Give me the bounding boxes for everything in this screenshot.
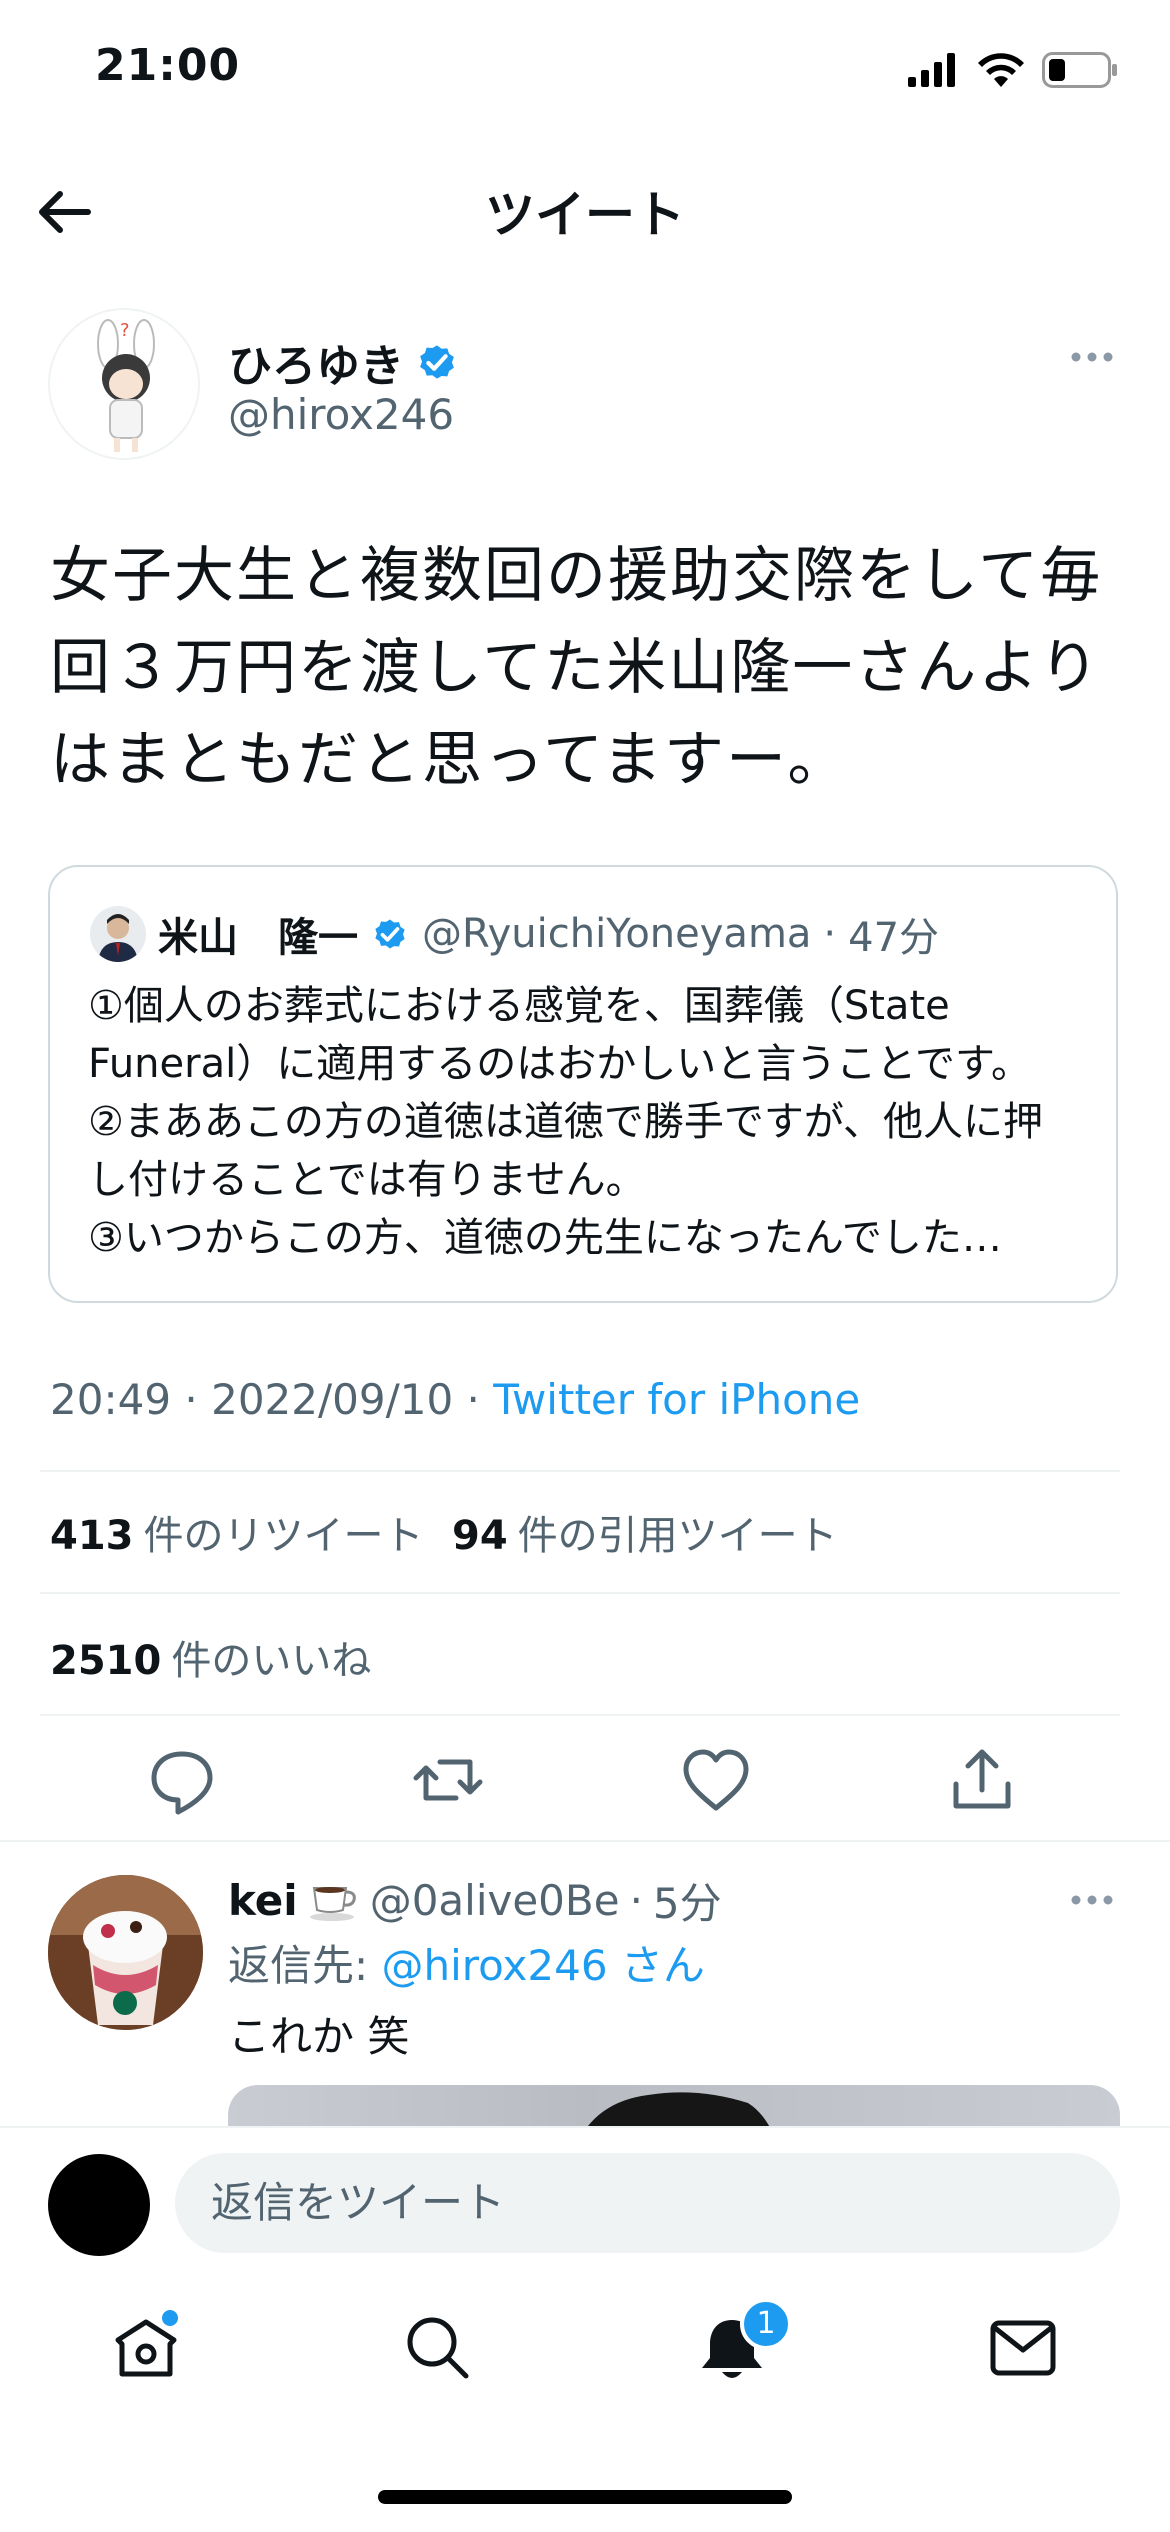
home-indicator[interactable] bbox=[378, 2490, 792, 2504]
notification-count: 1 bbox=[756, 2306, 776, 2341]
likes-label: 件のいいね bbox=[171, 1638, 372, 1684]
notification-badge: 1 bbox=[740, 2298, 792, 2350]
reply-display-name[interactable]: kei bbox=[228, 1876, 298, 1925]
divider bbox=[40, 1470, 1120, 1472]
messages-envelope-icon[interactable] bbox=[988, 2318, 1058, 2378]
like-heart-icon[interactable] bbox=[676, 1740, 756, 1820]
reply-icon[interactable] bbox=[142, 1740, 222, 1820]
retweet-icon[interactable] bbox=[408, 1740, 488, 1820]
reply-header: kei @0alive0Be · 5分 bbox=[228, 1870, 722, 1931]
reply-handle: @0alive0Be bbox=[369, 1876, 620, 1925]
quotes-stat[interactable]: 94 件の引用ツイート bbox=[452, 1503, 838, 1561]
quote-line: ③いつからこの方、道徳の先生になったんでした… bbox=[88, 1215, 1002, 1261]
reply-to-line: 返信先: @hirox246 さん bbox=[228, 1932, 705, 1993]
reply-to-prefix: 返信先: bbox=[228, 1941, 369, 1990]
divider bbox=[40, 1592, 1120, 1594]
battery-icon bbox=[1042, 52, 1117, 88]
page-title: ツイート bbox=[485, 186, 685, 244]
author-handle[interactable]: @hirox246 bbox=[228, 390, 454, 439]
quote-handle: @RyuichiYoneyama bbox=[422, 911, 812, 957]
home-icon[interactable] bbox=[110, 2310, 182, 2382]
reply-to-handle-link[interactable]: @hirox246 さん bbox=[382, 1941, 705, 1990]
quote-avatar bbox=[90, 906, 146, 962]
quotes-label: 件の引用ツイート bbox=[517, 1513, 838, 1559]
coffee-cup-icon bbox=[309, 1886, 356, 1921]
quoted-tweet-card[interactable]: 米山 隆一 @RyuichiYoneyama · 47分 ①個人のお葬式における… bbox=[48, 865, 1118, 1303]
divider bbox=[40, 1714, 1120, 1716]
quotes-count: 94 bbox=[452, 1513, 508, 1559]
tweet-source-link[interactable]: Twitter for iPhone bbox=[493, 1375, 860, 1424]
signal-icon bbox=[908, 53, 955, 87]
status-time: 21:00 bbox=[95, 40, 241, 91]
share-icon[interactable] bbox=[942, 1740, 1022, 1820]
retweets-label: 件のリツイート bbox=[143, 1513, 424, 1559]
reply-time: 5分 bbox=[652, 1879, 722, 1928]
tweet-text-line: 女子大生と複数回の援助交際をして毎 bbox=[50, 541, 1103, 611]
likes-stat[interactable]: 2510 件のいいね bbox=[50, 1628, 371, 1686]
quote-time: 47分 bbox=[848, 915, 940, 961]
author-avatar[interactable]: ? bbox=[48, 308, 200, 460]
quote-display-name: 米山 隆一 bbox=[158, 915, 358, 961]
my-avatar[interactable] bbox=[48, 2154, 150, 2256]
divider bbox=[0, 1840, 1170, 1842]
quote-line: ②まああこの方の道徳は道徳で勝手ですが、他人に押 bbox=[88, 1099, 1044, 1145]
tweet-text-line: はまともだと思ってますー。 bbox=[50, 725, 850, 795]
wifi-icon bbox=[978, 53, 1024, 87]
retweets-count: 413 bbox=[50, 1513, 134, 1559]
quote-line: ①個人のお葬式における感覚を、国葬儀（State bbox=[88, 983, 950, 1029]
reply-avatar[interactable] bbox=[48, 1875, 203, 2030]
author-display-name: ひろゆき bbox=[228, 341, 404, 392]
reply-input[interactable]: 返信をツイート bbox=[175, 2153, 1120, 2253]
verified-badge-icon bbox=[420, 345, 454, 379]
search-icon[interactable] bbox=[402, 2312, 472, 2382]
verified-badge-icon bbox=[375, 919, 405, 949]
quote-header: 米山 隆一 @RyuichiYoneyama · 47分 bbox=[90, 905, 939, 963]
tweet-meta: 20:49 · 2022/09/10 · Twitter for iPhone bbox=[50, 1375, 861, 1424]
tweet-text-line: 回３万円を渡してた米山隆一さんより bbox=[50, 633, 1101, 703]
status-icons bbox=[908, 52, 1118, 88]
likes-count: 2510 bbox=[50, 1638, 162, 1684]
svg-text:?: ? bbox=[120, 320, 130, 341]
tweet-time: 20:49 bbox=[50, 1375, 172, 1424]
tweet-text: 女子大生と複数回の援助交際をして毎 回３万円を渡してた米山隆一さんより はまとも… bbox=[50, 530, 1130, 806]
reply-text: これか 笑 bbox=[228, 2012, 410, 2061]
more-options-icon[interactable] bbox=[1070, 1893, 1114, 1907]
quote-text: ①個人のお葬式における感覚を、国葬儀（State Funeral）に適用するのは… bbox=[88, 977, 1088, 1267]
author-name-row[interactable]: ひろゆき bbox=[228, 330, 460, 394]
quote-line: し付けることでは有りません。 bbox=[88, 1157, 646, 1203]
tweet-date: 2022/09/10 bbox=[211, 1375, 454, 1424]
retweets-stat[interactable]: 413 件のリツイート bbox=[50, 1503, 424, 1561]
more-options-icon[interactable] bbox=[1070, 350, 1114, 364]
quote-line: Funeral）に適用するのはおかしいと言うことです。 bbox=[88, 1041, 1032, 1087]
quote-separator: · bbox=[823, 911, 837, 957]
